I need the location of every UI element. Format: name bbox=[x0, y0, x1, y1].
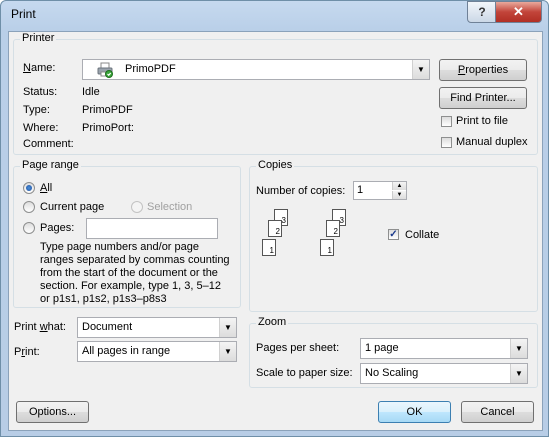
print-to-file-checkbox[interactable] bbox=[441, 116, 452, 127]
type-label: Type: bbox=[23, 104, 50, 116]
print-value: All pages in range bbox=[82, 345, 171, 357]
printer-name-value: PrimoPDF bbox=[125, 63, 176, 75]
cancel-button[interactable]: Cancel bbox=[461, 401, 534, 423]
page-2-icon: 2 bbox=[326, 220, 340, 237]
chevron-down-icon[interactable]: ▼ bbox=[219, 318, 236, 337]
collate-label[interactable]: Collate bbox=[405, 229, 439, 241]
chevron-down-icon[interactable]: ▼ bbox=[510, 364, 527, 383]
print-what-value: Document bbox=[82, 321, 133, 333]
name-label: Name: bbox=[23, 62, 56, 74]
print-what-label: Print what: bbox=[14, 321, 66, 333]
number-of-copies-label: Number of copies: bbox=[256, 185, 346, 197]
window-title: Print bbox=[11, 7, 36, 21]
page-1-icon: 1 bbox=[320, 239, 334, 256]
comment-label: Comment: bbox=[23, 138, 74, 150]
spinner-down-icon[interactable]: ▼ bbox=[392, 191, 406, 199]
scale-label: Scale to paper size: bbox=[256, 367, 353, 379]
status-label: Status: bbox=[23, 86, 58, 98]
find-printer-button[interactable]: Find Printer... bbox=[439, 87, 527, 109]
type-value: PrimoPDF bbox=[82, 104, 133, 116]
print-what-select[interactable]: Document ▼ bbox=[77, 317, 237, 338]
manual-duplex-checkbox[interactable] bbox=[441, 137, 452, 148]
print-dialog-window: Print ? ✕ Printer Name: PrimoPDF ▼ Statu… bbox=[0, 0, 549, 437]
pages-input[interactable] bbox=[86, 218, 218, 239]
pages-label[interactable]: Pages: bbox=[40, 222, 74, 234]
help-button[interactable]: ? bbox=[467, 1, 497, 23]
page-1-icon: 1 bbox=[262, 239, 276, 256]
properties-button[interactable]: Properties bbox=[439, 59, 527, 81]
ok-button[interactable]: OK bbox=[378, 401, 451, 423]
current-page-label[interactable]: Current page bbox=[40, 201, 104, 213]
close-button[interactable]: ✕ bbox=[495, 1, 542, 23]
chevron-down-icon[interactable]: ▼ bbox=[412, 60, 429, 79]
zoom-group-title: Zoom bbox=[256, 316, 289, 328]
status-value: Idle bbox=[82, 86, 100, 98]
pages-per-sheet-label: Pages per sheet: bbox=[256, 342, 340, 354]
current-page-radio[interactable] bbox=[23, 201, 35, 213]
title-bar[interactable]: Print ? ✕ bbox=[1, 1, 548, 29]
zoom-group: Zoom Pages per sheet: 1 page ▼ Scale to … bbox=[249, 316, 538, 388]
pages-radio[interactable] bbox=[23, 222, 35, 234]
where-value: PrimoPort: bbox=[82, 122, 134, 134]
printer-icon bbox=[97, 62, 113, 78]
print-select[interactable]: All pages in range ▼ bbox=[77, 341, 237, 362]
spinner-up-icon[interactable]: ▲ bbox=[392, 182, 406, 190]
dialog-body: Printer Name: PrimoPDF ▼ Status: Idle Ty… bbox=[8, 31, 543, 431]
page-range-group: Page range All Current page Selection Pa… bbox=[13, 159, 241, 308]
scale-value: No Scaling bbox=[365, 367, 419, 379]
print-label: Print: bbox=[14, 346, 40, 358]
page-range-hint: Type page numbers and/or page ranges sep… bbox=[40, 241, 230, 305]
printer-name-select[interactable]: PrimoPDF ▼ bbox=[82, 59, 430, 80]
print-to-file-label[interactable]: Print to file bbox=[456, 115, 508, 127]
all-radio[interactable] bbox=[23, 182, 35, 194]
scale-select[interactable]: No Scaling ▼ bbox=[360, 363, 528, 384]
chevron-down-icon[interactable]: ▼ bbox=[219, 342, 236, 361]
printer-group: Printer Name: PrimoPDF ▼ Status: Idle Ty… bbox=[13, 32, 538, 155]
all-label[interactable]: All bbox=[40, 182, 52, 194]
collate-checkbox[interactable]: ✓ bbox=[388, 229, 399, 240]
page-range-group-title: Page range bbox=[20, 159, 81, 171]
pages-per-sheet-value: 1 page bbox=[365, 342, 399, 354]
copies-group-title: Copies bbox=[256, 159, 295, 171]
manual-duplex-label[interactable]: Manual duplex bbox=[456, 136, 528, 148]
options-button[interactable]: Options... bbox=[16, 401, 89, 423]
copies-group: Copies Number of copies: 1 ▲ ▼ 3 2 1 3 2… bbox=[249, 159, 538, 312]
selection-label: Selection bbox=[147, 201, 193, 213]
copies-value: 1 bbox=[357, 184, 364, 196]
selection-radio[interactable] bbox=[131, 201, 143, 213]
page-2-icon: 2 bbox=[268, 220, 282, 237]
copies-input[interactable]: 1 ▲ ▼ bbox=[353, 181, 407, 200]
pages-per-sheet-select[interactable]: 1 page ▼ bbox=[360, 338, 528, 359]
where-label: Where: bbox=[23, 122, 59, 134]
printer-group-title: Printer bbox=[20, 32, 57, 44]
chevron-down-icon[interactable]: ▼ bbox=[510, 339, 527, 358]
